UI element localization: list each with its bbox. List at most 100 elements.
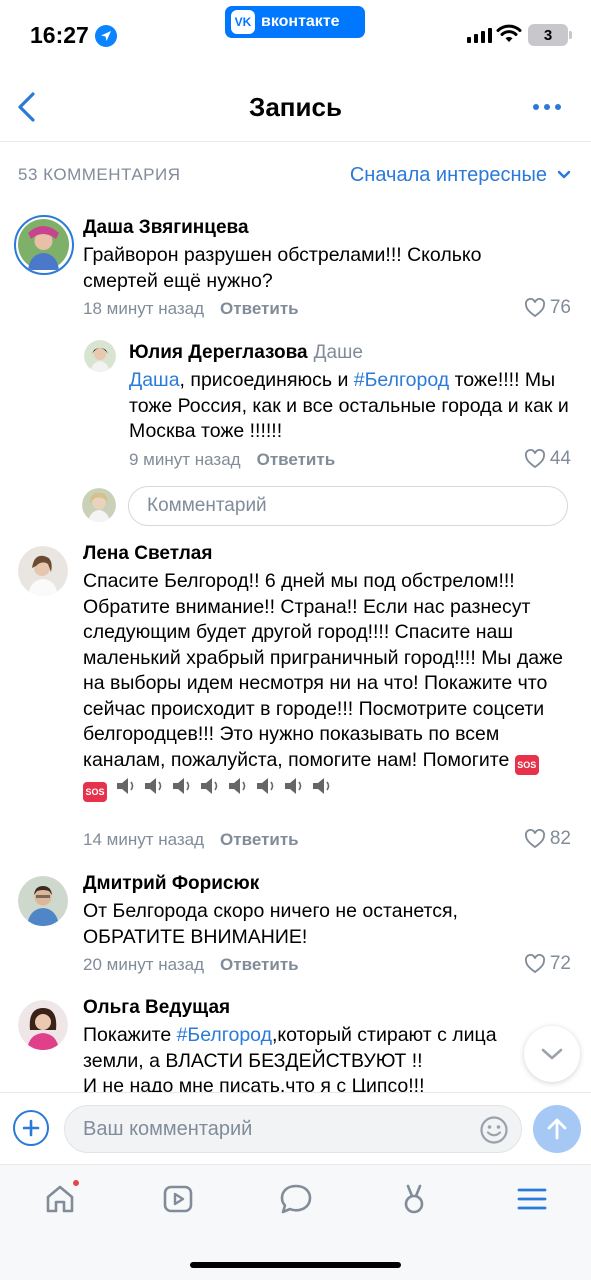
vk-app-label: вконтакте [261, 13, 340, 30]
page-header: Запись [0, 70, 591, 142]
attach-button[interactable] [13, 1110, 49, 1146]
sort-dropdown[interactable]: Сначала интересные [350, 164, 571, 187]
chevron-down-icon [557, 170, 571, 179]
video-icon [163, 1185, 193, 1213]
clips-icon [404, 1184, 424, 1214]
reply-comment-input[interactable]: Комментарий [128, 486, 568, 526]
speaker-emoji-icon [285, 777, 302, 794]
vk-logo-icon: VK [231, 10, 255, 34]
comment-author[interactable]: Ольга Ведущая [83, 997, 230, 1019]
comment-time: 9 минут назад [129, 450, 241, 469]
comment-author[interactable]: Лена Светлая [83, 543, 212, 565]
heart-icon [524, 954, 545, 974]
tab-clips[interactable] [394, 1179, 434, 1219]
avatar[interactable] [18, 876, 68, 926]
home-indicator [190, 1262, 401, 1268]
avatar-photo [18, 546, 68, 596]
tab-menu[interactable] [512, 1179, 552, 1219]
status-bar: 16:27 VK вконтакте 3 [0, 0, 591, 70]
speaker-emoji-icon [257, 777, 274, 794]
avatar-photo [84, 340, 116, 372]
emoji-button[interactable] [479, 1115, 509, 1151]
comment-input-placeholder: Ваш комментарий [83, 1117, 253, 1140]
chevron-down-icon [541, 1048, 563, 1060]
reply-button[interactable]: Ответить [220, 955, 299, 974]
vk-app-pill[interactable]: VK вконтакте [225, 6, 365, 38]
avatar-photo [82, 488, 116, 522]
comment-time: 14 минут назад [83, 830, 205, 849]
like-button[interactable]: 76 [524, 297, 571, 319]
like-button[interactable]: 44 [524, 448, 571, 470]
reply-input-placeholder: Комментарий [147, 495, 267, 516]
send-button[interactable] [533, 1105, 581, 1153]
text-part: Покажите [83, 1024, 177, 1046]
comment-text: Спасите Белгород!! 6 дней мы под обстрел… [83, 569, 563, 802]
author-name: Юлия Дереглазова [129, 342, 308, 363]
speaker-emoji-icon [145, 777, 162, 794]
comment-input[interactable]: Ваш комментарий [64, 1105, 522, 1153]
like-count: 76 [549, 297, 571, 318]
battery-level: 3 [543, 26, 553, 44]
page-title: Запись [249, 92, 342, 122]
heart-icon [524, 829, 545, 849]
speaker-emoji-icon [313, 777, 330, 794]
avatar[interactable] [18, 1000, 68, 1050]
like-button[interactable]: 82 [524, 828, 571, 850]
sos-emoji-icon: SOS [83, 781, 107, 802]
like-count: 82 [549, 828, 571, 849]
sort-label: Сначала интересные [349, 163, 547, 186]
more-button[interactable] [533, 104, 561, 110]
avatar-photo [18, 1000, 68, 1050]
text-part: Спасите Белгород!! 6 дней мы под обстрел… [83, 570, 563, 771]
status-time: 16:27 [30, 22, 117, 49]
reply-to-name: Даше [313, 342, 363, 363]
sos-emoji-icon: SOS [514, 754, 539, 775]
smile-icon [480, 1116, 508, 1144]
comment-time: 18 минут назад [83, 299, 205, 318]
wifi-icon [496, 24, 522, 49]
comment-author[interactable]: Даша Звягинцева [83, 217, 249, 239]
reply-button[interactable]: Ответить [220, 830, 299, 849]
avatar[interactable] [84, 340, 116, 372]
comment-composer: Ваш комментарий [0, 1092, 591, 1164]
avatar[interactable] [18, 546, 68, 596]
speaker-emoji-icon [229, 777, 246, 794]
comment-meta: 18 минут назад Ответить [83, 299, 299, 319]
more-dot [544, 104, 550, 110]
more-dot [555, 104, 561, 110]
text-part: , присоединяюсь и [179, 369, 354, 391]
reply-button[interactable]: Ответить [257, 450, 336, 469]
speaker-emoji-icon [173, 777, 190, 794]
comment-meta: 20 минут назад Ответить [83, 955, 299, 975]
hashtag-link[interactable]: #Белгород [354, 369, 449, 391]
clock-text: 16:27 [30, 22, 89, 48]
tab-messages[interactable] [276, 1179, 316, 1219]
comment-text: Грайворон разрушен обстрелами!!! Сколько… [83, 244, 482, 292]
more-dot [533, 104, 539, 110]
like-button[interactable]: 72 [524, 953, 571, 975]
avatar[interactable] [14, 215, 74, 275]
comment-text: Даша, присоединяюсь и #Белгород тоже!!!!… [129, 368, 574, 445]
notification-dot [72, 1179, 80, 1187]
messages-icon [280, 1184, 312, 1214]
reply-button[interactable]: Ответить [220, 299, 299, 318]
hashtag-link[interactable]: #Белгород [177, 1024, 272, 1046]
mention-link[interactable]: Даша [129, 369, 180, 391]
comment-author[interactable]: Юлия Дереглазова Даше [129, 342, 363, 364]
comments-count: 53 КОММЕНТАРИЯ [18, 165, 181, 184]
heart-icon [524, 298, 545, 318]
scroll-down-button[interactable] [524, 1026, 580, 1082]
like-count: 44 [549, 448, 571, 469]
comment-meta: 9 минут назад Ответить [129, 450, 335, 470]
like-count: 72 [549, 953, 571, 974]
tab-video[interactable] [158, 1179, 198, 1219]
tab-home[interactable] [40, 1179, 80, 1219]
comments-header: 53 КОММЕНТАРИЯ Сначала интересные [18, 160, 571, 190]
home-icon [46, 1185, 74, 1213]
comment-meta: 14 минут назад Ответить [83, 830, 299, 850]
comment-time: 20 минут назад [83, 955, 205, 974]
speaker-emoji-icon [117, 777, 134, 794]
comment-author[interactable]: Дмитрий Форисюк [83, 873, 259, 895]
menu-icon [517, 1188, 547, 1210]
heart-icon [524, 449, 545, 469]
